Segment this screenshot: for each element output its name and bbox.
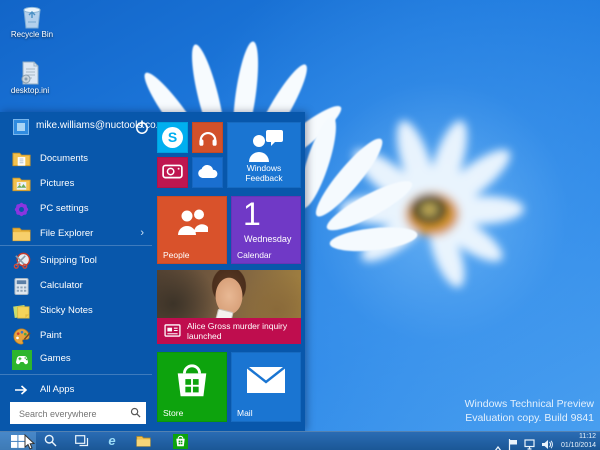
- task-view-button[interactable]: [71, 434, 93, 449]
- tile-music[interactable]: [192, 122, 223, 153]
- desktop-icon-label: desktop.ini: [0, 86, 62, 95]
- two-people-icon: [157, 208, 227, 243]
- tile-label: Windows Feedback: [227, 164, 301, 183]
- evaluation-watermark: Windows Technical Preview Evaluation cop…: [465, 397, 594, 425]
- menu-divider: [0, 245, 152, 246]
- menu-item-calculator[interactable]: Calculator: [0, 275, 152, 300]
- arrow-right-icon: [14, 383, 28, 401]
- tile-windows-feedback[interactable]: Windows Feedback: [227, 122, 301, 188]
- menu-item-pc-settings[interactable]: PC settings: [0, 198, 152, 223]
- folder-icon: [136, 435, 151, 447]
- power-button[interactable]: [134, 119, 150, 135]
- taskbar-search-button[interactable]: [40, 434, 62, 449]
- search-icon: [44, 434, 57, 447]
- menu-item-games[interactable]: Games: [0, 348, 152, 373]
- pictures-folder-icon: [12, 175, 31, 194]
- tile-skype[interactable]: S: [157, 122, 188, 153]
- headphones-icon: [192, 130, 223, 152]
- menu-item-sticky-notes[interactable]: Sticky Notes: [0, 300, 152, 325]
- cloud-icon: [192, 165, 223, 184]
- menu-item-documents[interactable]: Documents: [0, 148, 152, 173]
- recycle-bin-icon: [19, 4, 45, 30]
- taskbar-store-button[interactable]: [170, 434, 192, 449]
- tile-label: Calendar: [237, 250, 272, 260]
- search-box[interactable]: [10, 402, 146, 424]
- person-speech-bubble-icon: [227, 128, 301, 167]
- folder-icon: [12, 225, 31, 244]
- clock-time: 11:12: [561, 433, 596, 442]
- taskbar-clock[interactable]: 11:12 01/10/2014: [561, 433, 596, 450]
- menu-divider: [0, 374, 152, 375]
- tile-calendar[interactable]: 1 Wednesday Calendar: [231, 196, 301, 264]
- chevron-up-icon: [494, 446, 502, 450]
- desktop-screen: Recycle Bin desktop.ini Windows Technica…: [0, 0, 600, 450]
- tile-onedrive[interactable]: [192, 157, 223, 188]
- news-headline-2: launched: [187, 331, 222, 341]
- network-icon: [524, 439, 536, 450]
- menu-item-snipping-tool[interactable]: Snipping Tool: [0, 250, 152, 275]
- show-hidden-icons-button[interactable]: [494, 439, 502, 450]
- shopping-bag-icon: [157, 362, 227, 405]
- clock-date: 01/10/2014: [561, 442, 596, 450]
- camera-icon: [157, 164, 188, 184]
- store-icon: [173, 434, 188, 449]
- tile-mail[interactable]: Mail: [231, 352, 301, 422]
- skype-icon: S: [162, 127, 183, 148]
- desktop-icon-recycle-bin[interactable]: Recycle Bin: [0, 4, 64, 39]
- ini-file-icon: [18, 60, 42, 86]
- menu-item-paint[interactable]: Paint: [0, 325, 152, 350]
- menu-item-pictures[interactable]: Pictures: [0, 173, 152, 198]
- desktop-icon-desktop-ini[interactable]: desktop.ini: [0, 60, 62, 95]
- paint-palette-icon: [12, 327, 31, 346]
- file-explorer-button[interactable]: [133, 434, 155, 449]
- scissors-icon: [12, 252, 31, 271]
- tile-people[interactable]: People: [157, 196, 227, 264]
- game-controller-icon: [12, 350, 31, 369]
- gear-icon: [12, 200, 31, 219]
- task-view-icon: [75, 435, 89, 447]
- network-status-icon[interactable]: [524, 437, 536, 450]
- power-icon: [134, 119, 150, 135]
- chevron-right-icon: ›: [140, 227, 144, 239]
- internet-explorer-button[interactable]: e: [101, 434, 123, 449]
- news-headline: Alice Gross murder inquiry: [187, 321, 287, 331]
- all-apps-label: All Apps: [40, 384, 74, 395]
- all-apps-button[interactable]: All Apps: [0, 378, 152, 402]
- search-icon: [130, 407, 141, 418]
- speaker-icon: [541, 439, 553, 450]
- newspaper-icon: [164, 324, 181, 337]
- sticky-notes-icon: [12, 302, 31, 321]
- calculator-icon: [12, 277, 31, 296]
- news-banner: Alice Gross murder inquiry launched: [157, 318, 301, 344]
- flag-icon: [508, 439, 518, 450]
- documents-folder-icon: [12, 150, 31, 169]
- volume-icon[interactable]: [541, 437, 553, 450]
- action-center-button[interactable]: [508, 437, 518, 450]
- tile-store[interactable]: Store: [157, 352, 227, 422]
- tile-label: People: [163, 250, 189, 260]
- internet-explorer-icon: e: [108, 433, 115, 448]
- tile-label: Mail: [237, 408, 253, 418]
- calendar-day: 1: [243, 196, 261, 233]
- envelope-icon: [231, 366, 301, 399]
- start-menu: mike.williams@nuctools.co... Documents P…: [0, 112, 305, 431]
- tile-camera[interactable]: [157, 157, 188, 188]
- search-input[interactable]: [17, 402, 129, 426]
- tile-news[interactable]: Alice Gross murder inquiry launched: [157, 270, 301, 344]
- calendar-weekday: Wednesday: [244, 234, 291, 244]
- user-avatar[interactable]: [13, 119, 29, 135]
- windows-logo-icon: [11, 435, 25, 448]
- tile-label: Store: [163, 408, 183, 418]
- desktop-icon-label: Recycle Bin: [0, 30, 64, 39]
- taskbar: e 11:12 01/10/2014: [0, 431, 600, 450]
- start-button[interactable]: [0, 432, 36, 450]
